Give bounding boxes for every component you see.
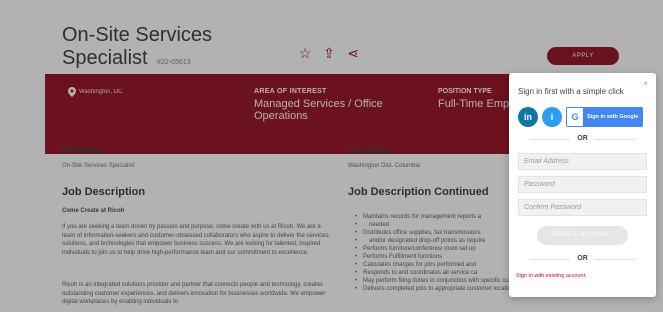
social-sign-in-row: in i G Sign In with Google <box>518 107 644 127</box>
sign-in-existing-link[interactable]: Sign in with existing account <box>516 273 585 279</box>
google-sign-in-button[interactable]: G Sign In with Google <box>566 107 644 127</box>
or-divider-2: OR <box>518 255 647 262</box>
close-icon[interactable]: × <box>643 79 648 88</box>
google-sign-in-label: Sign In with Google <box>583 108 643 126</box>
confirm-password-field[interactable] <box>518 199 647 216</box>
indeed-icon[interactable]: i <box>542 107 562 127</box>
linkedin-icon[interactable]: in <box>518 107 538 127</box>
google-icon: G <box>567 108 583 126</box>
modal-title: Sign in first with a simple click <box>518 87 624 96</box>
create-account-button[interactable]: CREATE ACCOUNT <box>537 226 628 245</box>
password-field[interactable] <box>518 176 647 193</box>
email-field[interactable] <box>518 153 647 170</box>
or-divider: OR <box>518 135 647 142</box>
sign-in-modal: × Sign in first with a simple click in i… <box>509 73 656 297</box>
